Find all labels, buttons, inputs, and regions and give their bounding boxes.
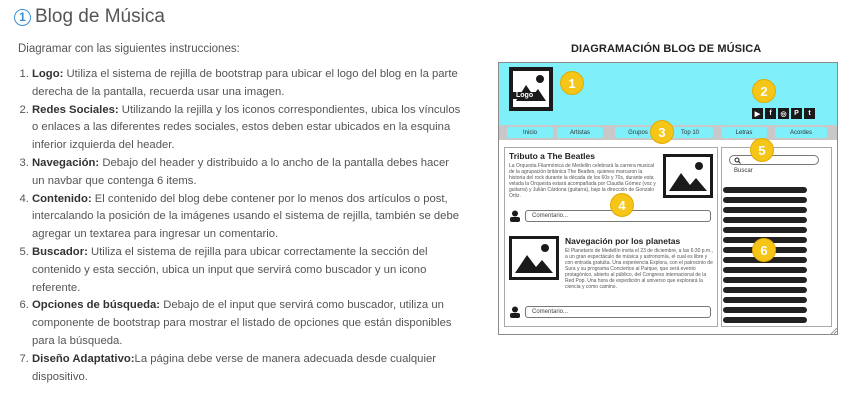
page-title: Blog de Música bbox=[35, 6, 165, 27]
facebook-icon[interactable]: f bbox=[765, 108, 776, 119]
search-button[interactable]: Buscar bbox=[734, 168, 753, 174]
image-placeholder-icon bbox=[516, 75, 546, 101]
search-option-bar[interactable] bbox=[723, 217, 807, 223]
search-option-bar[interactable] bbox=[723, 297, 807, 303]
post-title: Tributo a The Beatles bbox=[509, 151, 595, 161]
search-option-bar[interactable] bbox=[723, 187, 807, 193]
instruction-item: Navegación: Debajo del header y distribu… bbox=[32, 155, 464, 191]
instructions-list: Logo: Utiliza el sistema de rejilla de b… bbox=[18, 66, 464, 386]
callout-badge-2: 2 bbox=[753, 80, 775, 102]
user-icon bbox=[510, 306, 520, 318]
instruction-text: Utiliza el sistema de rejilla de bootstr… bbox=[32, 68, 458, 98]
wireframe-header: Logo 1 2 ▶ f ◎ P t bbox=[499, 63, 837, 125]
search-option-bar[interactable] bbox=[723, 207, 807, 213]
callout-badge-5: 5 bbox=[751, 139, 773, 161]
post-text: El Planetario de Medellín invita el 23 d… bbox=[565, 248, 713, 290]
search-icon bbox=[734, 157, 741, 164]
search-option-bar[interactable] bbox=[723, 267, 807, 273]
search-input[interactable] bbox=[729, 155, 819, 165]
search-option-bar[interactable] bbox=[723, 197, 807, 203]
instruction-text: Utiliza el sistema de rejilla para ubica… bbox=[32, 245, 428, 294]
intro-text: Diagramar con las siguientes instruccion… bbox=[18, 43, 240, 55]
instruction-item: Opciones de búsqueda: Debajo de el input… bbox=[32, 297, 464, 350]
post-text: La Orquesta Filarmónica de Medellín cele… bbox=[509, 163, 656, 199]
figure-title: DIAGRAMACIÓN BLOG DE MÚSICA bbox=[571, 43, 762, 55]
callout-badge-6: 6 bbox=[753, 239, 775, 261]
instagram-icon[interactable]: ◎ bbox=[778, 108, 789, 119]
search-option-bar[interactable] bbox=[723, 277, 807, 283]
instruction-label: Logo: bbox=[32, 68, 64, 80]
search-option-bar[interactable] bbox=[723, 287, 807, 293]
post-title: Navegación por los planetas bbox=[565, 236, 681, 246]
instruction-label: Buscador: bbox=[32, 245, 88, 258]
nav-item-acordes[interactable]: Acordes bbox=[775, 127, 827, 138]
wireframe-content: Tributo a The Beatles La Orquesta Filarm… bbox=[504, 147, 718, 327]
logo-label: Logo bbox=[513, 92, 537, 99]
nav-item-top10[interactable]: Top 10 bbox=[667, 127, 713, 138]
image-placeholder-icon bbox=[515, 244, 553, 273]
callout-badge-3: 3 bbox=[651, 121, 673, 143]
callout-badge-1: 1 bbox=[561, 72, 583, 94]
instruction-item: Redes Sociales: Utilizando la rejilla y … bbox=[32, 102, 464, 155]
image-placeholder-icon bbox=[669, 162, 707, 191]
youtube-icon[interactable]: ▶ bbox=[752, 108, 763, 119]
social-icons: ▶ f ◎ P t bbox=[752, 108, 815, 119]
nav-item-letras[interactable]: Letras bbox=[721, 127, 767, 138]
title-row: 1 Blog de Música bbox=[14, 6, 165, 28]
instruction-label: Redes Sociales: bbox=[32, 103, 119, 116]
instruction-text: El contenido del blog debe contener por … bbox=[32, 192, 460, 241]
post-image-placeholder bbox=[663, 154, 713, 198]
section-number-badge: 1 bbox=[14, 8, 31, 26]
blog-wireframe-figure: Logo 1 2 ▶ f ◎ P t Inicio Artistas Grupo… bbox=[498, 62, 838, 335]
search-option-bar[interactable] bbox=[723, 307, 807, 313]
comment-textarea[interactable]: Comentario... bbox=[525, 306, 711, 318]
nav-item-inicio[interactable]: Inicio bbox=[507, 127, 553, 138]
search-option-bar[interactable] bbox=[723, 317, 807, 323]
post-image-placeholder bbox=[509, 236, 559, 280]
search-option-bar[interactable] bbox=[723, 227, 807, 233]
logo-image-placeholder bbox=[509, 67, 553, 111]
instruction-label: Opciones de búsqueda: bbox=[32, 299, 161, 312]
instruction-item: Buscador: Utiliza el sistema de rejilla … bbox=[32, 244, 464, 297]
instruction-label: Contenido: bbox=[32, 192, 92, 205]
user-icon bbox=[510, 210, 520, 222]
instruction-item: Logo: Utiliza el sistema de rejilla de b… bbox=[32, 66, 464, 102]
instruction-label: Diseño Adaptativo: bbox=[32, 352, 135, 365]
instruction-label: Navegación: bbox=[32, 156, 100, 169]
callout-badge-4: 4 bbox=[611, 194, 633, 216]
pinterest-icon[interactable]: P bbox=[791, 108, 802, 119]
twitter-icon[interactable]: t bbox=[804, 108, 815, 119]
instruction-item: Contenido: El contenido del blog debe co… bbox=[32, 191, 464, 244]
resize-handle-icon[interactable] bbox=[829, 326, 837, 334]
instruction-item: Diseño Adaptativo:La página debe verse d… bbox=[32, 351, 464, 387]
nav-item-artistas[interactable]: Artistas bbox=[557, 127, 603, 138]
